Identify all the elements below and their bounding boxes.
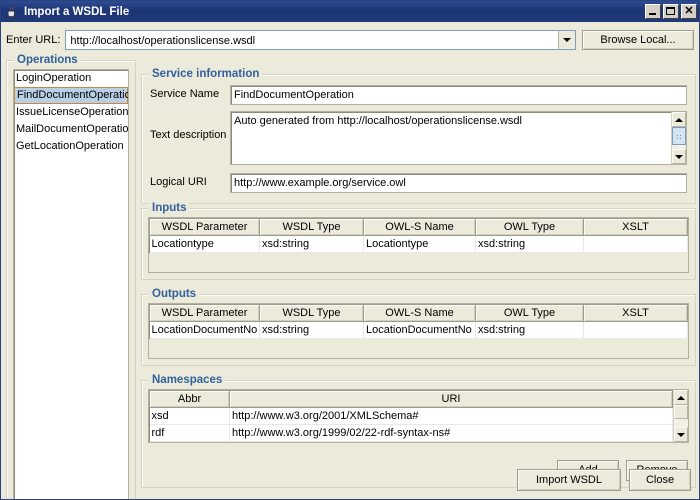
dialog-footer: Import WSDL Close <box>517 469 691 491</box>
list-item-mail-document-operation[interactable]: MailDocumentOperation <box>14 121 128 138</box>
column-header-abbr[interactable]: Abbr <box>149 390 230 408</box>
cell-owl-type[interactable]: xsd:string <box>475 321 584 339</box>
table-header-row: WSDL Parameter WSDL Type OWL-S Name OWL … <box>149 218 688 236</box>
chevron-down-icon[interactable] <box>558 31 575 49</box>
cell-xslt[interactable] <box>583 321 688 339</box>
namespaces-table[interactable]: Abbr URI xsd http://www.w3.org/2001/XMLS… <box>149 390 673 442</box>
outputs-table-wrapper[interactable]: WSDL Parameter WSDL Type OWL-S Name OWL … <box>148 303 689 359</box>
inputs-table[interactable]: WSDL Parameter WSDL Type OWL-S Name OWL … <box>149 218 688 253</box>
table-row[interactable]: LocationDocumentNo xsd:string LocationDo… <box>149 321 688 339</box>
cell-wsdl-parameter[interactable]: Locationtype <box>149 235 260 253</box>
minimize-button[interactable] <box>645 4 661 19</box>
url-bar: Enter URL: http://localhost/operationsli… <box>6 30 694 50</box>
cell-xslt[interactable] <box>583 235 688 253</box>
cell-uri[interactable]: http://www.w3.org/2001/XMLSchema# <box>229 407 673 425</box>
triangle-up-icon[interactable] <box>672 112 686 127</box>
list-item-get-location-operation[interactable]: GetLocationOperation <box>14 138 128 155</box>
cell-abbr[interactable]: rdf <box>149 424 230 442</box>
url-combobox[interactable]: http://localhost/operationslicense.wsdl <box>65 30 576 50</box>
cell-owl-type[interactable]: xsd:string <box>475 235 584 253</box>
import-wsdl-dialog: Import a WSDL File ✕ Enter URL: http://l… <box>0 0 700 500</box>
cell-uri[interactable]: http://www.w3.org/1999/02/22-rdf-syntax-… <box>229 424 673 442</box>
cell-owls-name[interactable]: LocationDocumentNo <box>363 321 476 339</box>
inputs-panel-title: Inputs <box>149 202 190 214</box>
outputs-panel: Outputs WSDL Parameter WSDL Type OWL-S N… <box>141 288 696 366</box>
logical-uri-input[interactable]: http://www.example.org/service.owl <box>230 173 687 193</box>
url-input[interactable]: http://localhost/operationslicense.wsdl <box>66 31 558 49</box>
outputs-table[interactable]: WSDL Parameter WSDL Type OWL-S Name OWL … <box>149 304 688 339</box>
list-item-issue-license-operation[interactable]: IssueLicenseOperation <box>14 104 128 121</box>
column-header-wsdl-type[interactable]: WSDL Type <box>259 304 364 322</box>
outputs-table-empty-area <box>149 339 688 358</box>
outputs-panel-title: Outputs <box>149 288 200 300</box>
service-name-input[interactable]: FindDocumentOperation <box>230 85 687 105</box>
column-header-owl-type[interactable]: OWL Type <box>475 304 584 322</box>
column-header-owls-name[interactable]: OWL-S Name <box>363 304 476 322</box>
scrollbar-thumb[interactable] <box>674 405 688 419</box>
window-title: Import a WSDL File <box>24 5 130 18</box>
operations-panel: Operations LoginOperation FindDocumentOp… <box>6 54 136 499</box>
cell-abbr[interactable]: xsd <box>149 407 230 425</box>
scrollbar-track[interactable] <box>674 419 688 427</box>
column-header-wsdl-parameter[interactable]: WSDL Parameter <box>149 218 260 236</box>
service-information-panel: Service information Service Name FindDoc… <box>141 68 696 204</box>
dialog-body: Enter URL: http://localhost/operationsli… <box>1 22 699 499</box>
triangle-up-icon[interactable] <box>674 390 688 405</box>
namespaces-table-holder[interactable]: Abbr URI xsd http://www.w3.org/2001/XMLS… <box>149 390 673 442</box>
operations-list[interactable]: LoginOperation FindDocumentOperation Iss… <box>13 69 129 499</box>
list-item-find-document-operation[interactable]: FindDocumentOperation <box>14 87 128 104</box>
namespaces-scrollbar[interactable] <box>673 390 688 442</box>
table-header-row: Abbr URI <box>149 390 673 408</box>
table-header-row: WSDL Parameter WSDL Type OWL-S Name OWL … <box>149 304 688 322</box>
scrollbar-thumb[interactable] <box>672 127 686 145</box>
text-description-label: Text description <box>150 129 227 141</box>
maximize-button[interactable] <box>663 4 679 19</box>
column-header-wsdl-parameter[interactable]: WSDL Parameter <box>149 304 260 322</box>
logical-uri-label: Logical URI <box>150 176 207 188</box>
service-name-label: Service Name <box>150 88 220 100</box>
table-row[interactable]: Locationtype xsd:string Locationtype xsd… <box>149 235 688 253</box>
inputs-table-empty-area <box>149 253 688 272</box>
service-information-title: Service information <box>149 68 263 80</box>
close-window-button[interactable]: ✕ <box>681 4 697 19</box>
column-header-wsdl-type[interactable]: WSDL Type <box>259 218 364 236</box>
triangle-down-icon[interactable] <box>674 427 688 442</box>
table-row[interactable]: rdf http://www.w3.org/1999/02/22-rdf-syn… <box>149 424 673 442</box>
import-wsdl-button[interactable]: Import WSDL <box>517 469 621 491</box>
list-item-login-operation[interactable]: LoginOperation <box>14 70 128 87</box>
browse-local-button[interactable]: Browse Local... <box>582 30 694 50</box>
logical-uri-row: Logical URI http://www.example.org/servi… <box>150 173 687 193</box>
table-row[interactable]: xsd http://www.w3.org/2001/XMLSchema# <box>149 407 673 425</box>
title-bar: Import a WSDL File ✕ <box>1 1 699 22</box>
column-header-uri[interactable]: URI <box>229 390 673 408</box>
cell-wsdl-parameter[interactable]: LocationDocumentNo <box>149 321 260 339</box>
text-description-scrollbar[interactable] <box>671 112 686 164</box>
cell-wsdl-type[interactable]: xsd:string <box>259 235 364 253</box>
inputs-table-wrapper[interactable]: WSDL Parameter WSDL Type OWL-S Name OWL … <box>148 217 689 273</box>
text-description-textarea[interactable]: Auto generated from http://localhost/ope… <box>230 111 687 165</box>
text-description-row: Text description Auto generated from htt… <box>150 111 687 165</box>
service-name-row: Service Name FindDocumentOperation <box>150 85 687 105</box>
text-description-value[interactable]: Auto generated from http://localhost/ope… <box>231 112 671 164</box>
window-controls: ✕ <box>645 4 697 19</box>
triangle-down-icon[interactable] <box>672 149 686 164</box>
close-button[interactable]: Close <box>629 469 691 491</box>
column-header-owl-type[interactable]: OWL Type <box>475 218 584 236</box>
column-header-xslt[interactable]: XSLT <box>583 218 688 236</box>
operations-panel-title: Operations <box>14 54 81 66</box>
url-label: Enter URL: <box>6 34 61 46</box>
namespaces-panel-title: Namespaces <box>149 374 226 386</box>
column-header-xslt[interactable]: XSLT <box>583 304 688 322</box>
column-header-owls-name[interactable]: OWL-S Name <box>363 218 476 236</box>
cell-wsdl-type[interactable]: xsd:string <box>259 321 364 339</box>
inputs-panel: Inputs WSDL Parameter WSDL Type OWL-S Na… <box>141 202 696 280</box>
cell-owls-name[interactable]: Locationtype <box>363 235 476 253</box>
java-cup-icon <box>4 4 20 20</box>
namespaces-table-wrapper[interactable]: Abbr URI xsd http://www.w3.org/2001/XMLS… <box>148 389 689 443</box>
